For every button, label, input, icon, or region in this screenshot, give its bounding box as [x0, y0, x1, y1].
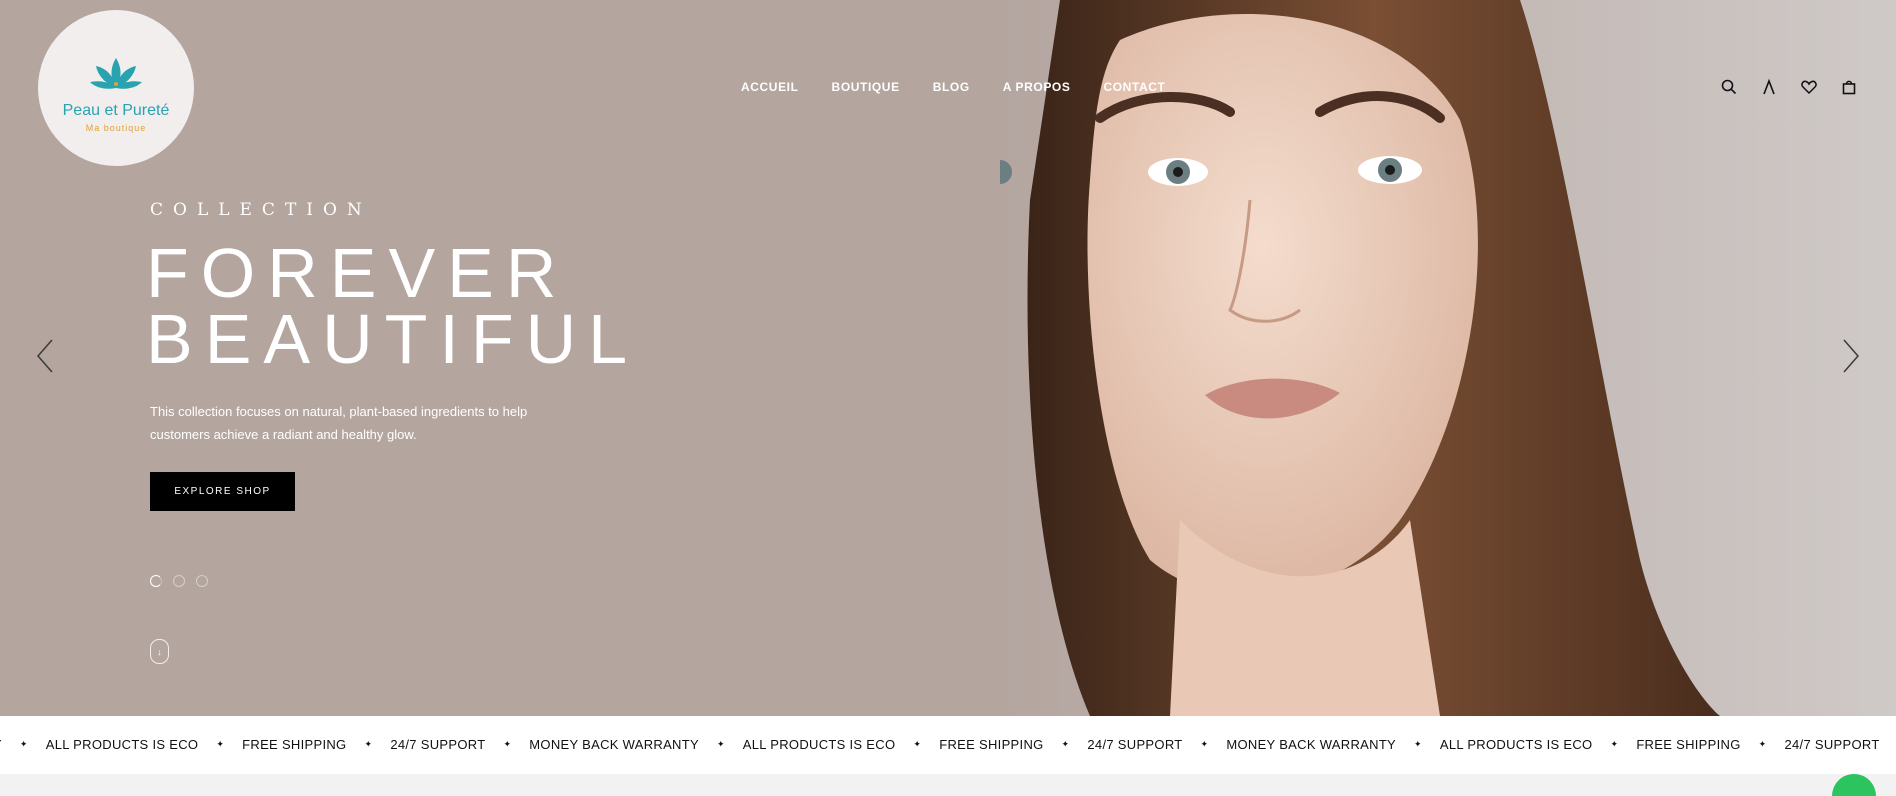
- ticker-item: MONEY BACK WARRANTY: [529, 737, 699, 752]
- wishlist-icon[interactable]: [1800, 78, 1818, 96]
- slider-pagination: [150, 575, 208, 587]
- ticker-separator-icon: ✦: [216, 739, 225, 749]
- page-bottom-strip: [0, 774, 1896, 785]
- ticker-separator-icon: ✦: [19, 739, 28, 749]
- nav-item-blog[interactable]: BLOG: [933, 80, 970, 94]
- brand-logo[interactable]: Peau et Pureté Ma boutique: [38, 10, 194, 166]
- marquee-ticker: ANTY ✦ ALL PRODUCTS IS ECO ✦ FREE SHIPPING ✦ 2…: [0, 716, 1896, 774]
- ticker-item: 24/7 SUPPORT: [1087, 737, 1183, 752]
- ticker-separator-icon: ✦: [913, 739, 922, 749]
- ticker-item: ALL PRODUCTS IS ECO: [45, 737, 199, 752]
- brand-name: Peau et Pureté: [62, 101, 170, 119]
- ticker-separator-icon: ✦: [503, 739, 512, 749]
- ticker-separator-icon: ✦: [364, 739, 373, 749]
- hero-slider: Peau et Pureté Ma boutique ACCUEIL BOUTI…: [0, 0, 1896, 716]
- nav-item-boutique[interactable]: BOUTIQUE: [832, 80, 900, 94]
- scroll-down-icon[interactable]: ↓: [150, 639, 169, 664]
- slider-dot-1[interactable]: [150, 575, 162, 587]
- slider-dot-3[interactable]: [196, 575, 208, 587]
- ticker-separator-icon: ✦: [1200, 739, 1209, 749]
- ticker-separator-icon: ✦: [1758, 739, 1767, 749]
- ticker-item: FREE SHIPPING: [1636, 737, 1741, 752]
- slider-prev-arrow-icon[interactable]: [35, 338, 55, 374]
- main-nav: ACCUEIL BOUTIQUE BLOG A PROPOS CONTACT: [741, 80, 1198, 94]
- lotus-icon: [90, 57, 142, 89]
- hero-description: This collection focuses on natural, plan…: [150, 404, 528, 442]
- ticker-separator-icon: ✦: [1061, 739, 1070, 749]
- ticker-item: FREE SHIPPING: [242, 737, 347, 752]
- hero-headline: FOREVER BEAUTIFUL: [146, 234, 640, 378]
- brand-tagline: Ma boutique: [85, 122, 147, 133]
- slider-dot-2[interactable]: [173, 575, 185, 587]
- ticker-item: MONEY BACK WARRANTY: [1226, 737, 1397, 752]
- ticker-separator-icon: ✦: [716, 739, 725, 749]
- slider-next-arrow-icon[interactable]: [1841, 338, 1861, 374]
- cart-icon[interactable]: [1840, 78, 1858, 96]
- nav-item-accueil[interactable]: ACCUEIL: [741, 80, 799, 94]
- ticker-item: 24/7 SUPPORT: [1784, 737, 1880, 752]
- hero-portrait-image: [1000, 0, 1896, 716]
- ticker-separator-icon: ✦: [1610, 739, 1619, 749]
- hero-headline-line-1: FOREVER: [146, 234, 569, 312]
- ticker-track: ANTY ✦ ALL PRODUCTS IS ECO ✦ FREE SHIPPING ✦ 2…: [0, 737, 1896, 752]
- explore-shop-button[interactable]: EXPLORE SHOP: [150, 472, 295, 511]
- ticker-item: ANTY: [0, 737, 2, 752]
- hero-eyebrow: COLLECTION: [150, 200, 372, 220]
- ticker-item: ALL PRODUCTS IS ECO: [1439, 737, 1593, 752]
- header-actions: [1720, 78, 1858, 96]
- ticker-item: FREE SHIPPING: [939, 737, 1044, 752]
- ticker-separator-icon: ✦: [1414, 739, 1422, 749]
- hero-headline-line-2: BEAUTIFUL: [146, 300, 640, 378]
- nav-item-contact[interactable]: CONTACT: [1103, 80, 1165, 94]
- ticker-item: 24/7 SUPPORT: [390, 737, 486, 752]
- nav-item-a-propos[interactable]: A PROPOS: [1003, 80, 1071, 94]
- ticker-item: ALL PRODUCTS IS ECO: [742, 737, 896, 752]
- search-icon[interactable]: [1720, 78, 1738, 96]
- account-icon[interactable]: [1760, 78, 1778, 96]
